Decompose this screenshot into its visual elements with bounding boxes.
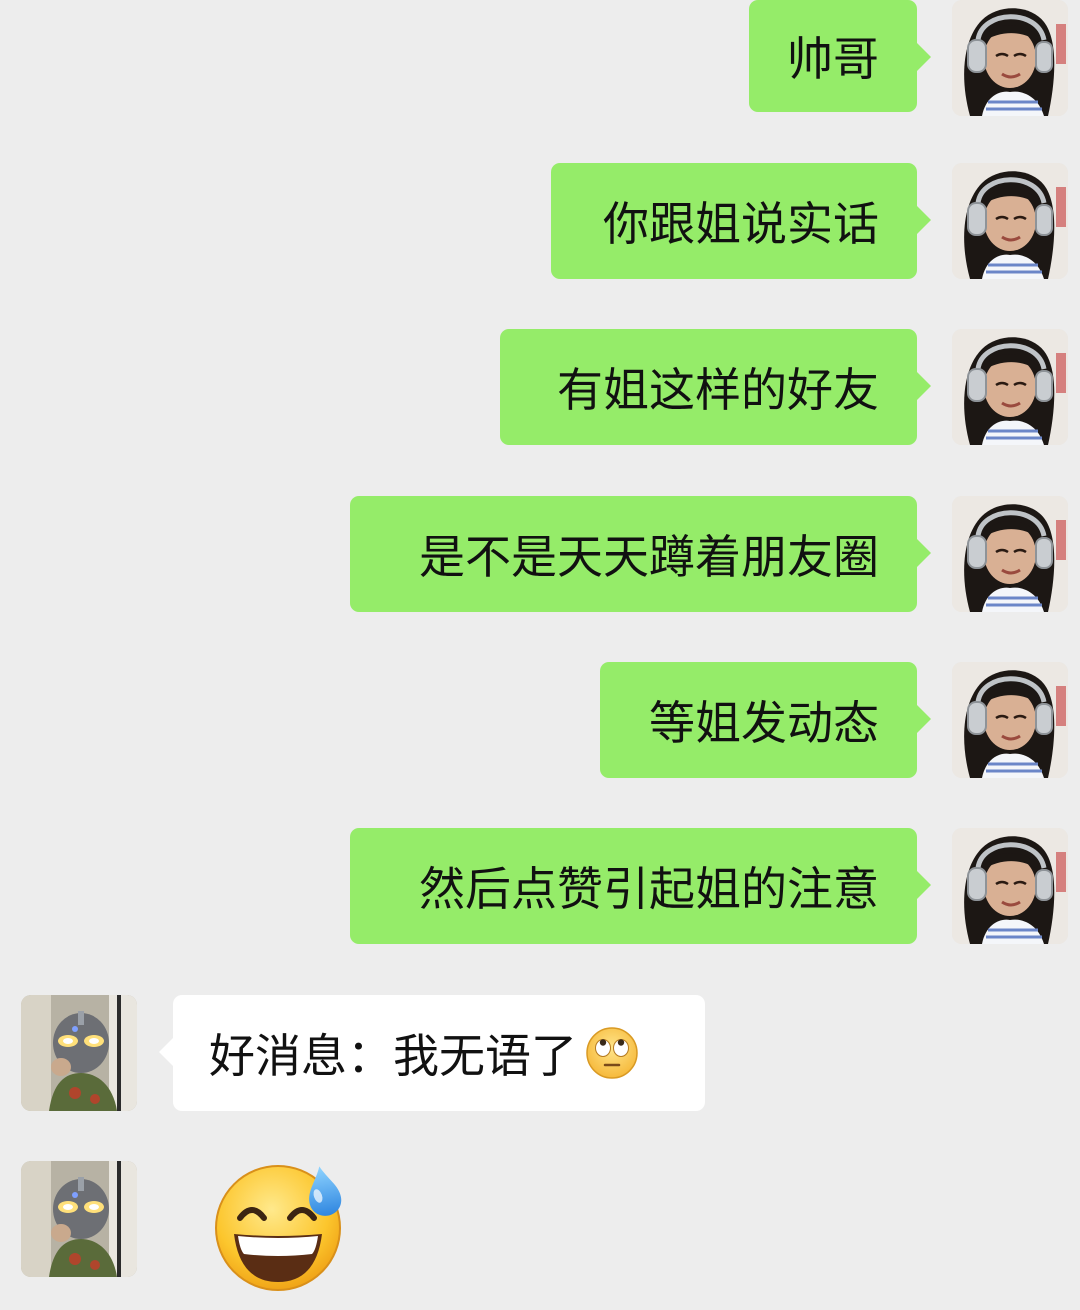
outgoing-message-bubble[interactable]: 你跟姐说实话 [551,163,931,279]
self-avatar[interactable] [952,828,1068,944]
message-text: 等姐发动态 [649,696,879,750]
self-avatar[interactable] [952,163,1068,279]
message-text: 好消息：我无语了 [209,1029,577,1083]
message-text: 帅哥 [787,32,879,86]
outgoing-message-bubble[interactable]: 然后点赞引起姐的注意 [350,828,931,944]
message-text: 是不是天天蹲着朋友圈 [419,530,879,584]
self-avatar[interactable] [952,329,1068,445]
eye-roll-emoji-icon [585,1026,639,1080]
outgoing-message-bubble[interactable]: 等姐发动态 [600,662,931,778]
chat-conversation: 帅哥 你跟姐说实话 有姐这样的好友 是不是天天蹲着朋友圈 等姐发动态 然后点赞引… [0,0,1080,1310]
self-avatar[interactable] [952,0,1068,116]
self-avatar[interactable] [952,496,1068,612]
contact-avatar[interactable] [21,1161,137,1277]
message-text: 有姐这样的好友 [557,363,879,417]
message-text: 你跟姐说实话 [603,197,879,251]
outgoing-message-bubble[interactable]: 帅哥 [749,0,931,112]
self-avatar[interactable] [952,662,1068,778]
outgoing-message-bubble[interactable]: 是不是天天蹲着朋友圈 [350,496,931,612]
message-text: 然后点赞引起姐的注意 [419,862,879,916]
incoming-message-bubble[interactable]: 好消息：我无语了 [159,995,705,1111]
grinning-sweat-emoji-icon[interactable] [212,1158,348,1294]
outgoing-message-bubble[interactable]: 有姐这样的好友 [500,329,931,445]
contact-avatar[interactable] [21,995,137,1111]
